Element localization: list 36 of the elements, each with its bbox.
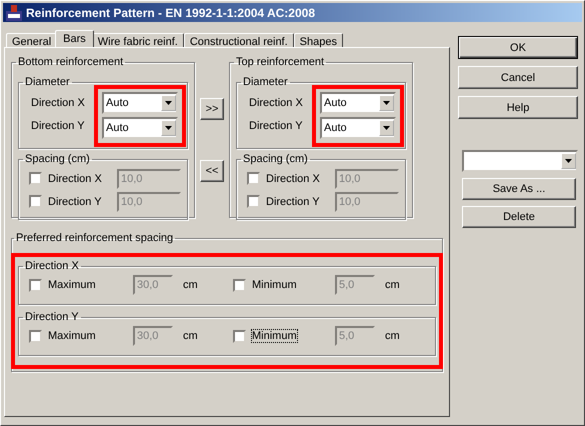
preset-button[interactable]: Save As ... xyxy=(462,178,576,200)
group-title: Diameter xyxy=(24,76,71,88)
dialog-button[interactable]: Cancel xyxy=(458,66,578,89)
dropdown[interactable]: Auto xyxy=(320,92,396,114)
dropdown[interactable]: Auto xyxy=(102,117,178,139)
copy-button[interactable]: >> xyxy=(200,98,224,120)
unit-label: cm xyxy=(385,279,401,291)
group-title: Preferred reinforcement spacing xyxy=(15,232,174,244)
group-title: Direction X xyxy=(24,260,80,272)
unit-label: cm xyxy=(183,279,199,291)
dropdown[interactable] xyxy=(462,150,578,172)
group-title: Spacing (cm) xyxy=(24,153,91,165)
tab[interactable]: Shapes xyxy=(294,33,343,47)
unit-label: cm xyxy=(183,330,199,342)
field-label: Direction Y xyxy=(249,119,303,134)
unit-label: cm xyxy=(385,330,401,342)
dropdown[interactable]: Auto xyxy=(320,117,396,139)
app-icon xyxy=(6,4,22,20)
field-label: Direction X xyxy=(249,96,303,111)
tab[interactable]: Wire fabric reinf. xyxy=(92,33,184,47)
tab[interactable]: Bars xyxy=(55,30,94,47)
dialog-button[interactable]: Help xyxy=(458,96,578,119)
tab[interactable]: Constructional reinf. xyxy=(184,33,294,47)
tab[interactable]: General xyxy=(6,33,58,47)
copy-button[interactable]: << xyxy=(200,160,224,182)
group-title: Bottom reinforcement xyxy=(17,56,124,68)
group-title: Direction Y xyxy=(24,311,80,323)
field-label: Direction X xyxy=(31,96,85,111)
dropdown[interactable]: Auto xyxy=(102,92,178,114)
group-title: Top reinforcement xyxy=(235,56,326,68)
field-label: Direction Y xyxy=(31,119,85,134)
dialog-button[interactable]: OK xyxy=(458,36,578,59)
preset-button[interactable]: Delete xyxy=(462,206,576,228)
window-title: Reinforcement Pattern - EN 1992-1-1:2004 AC:2008 xyxy=(26,6,316,20)
group-title: Spacing (cm) xyxy=(242,153,309,165)
group-title: Diameter xyxy=(242,76,289,88)
